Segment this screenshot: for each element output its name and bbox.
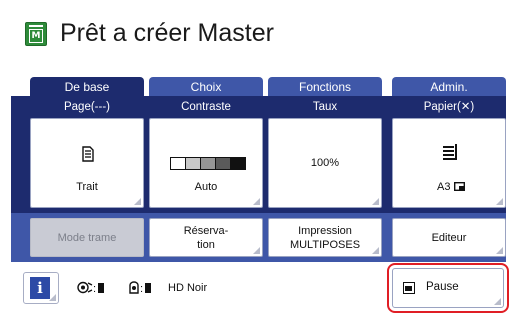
- papier-button[interactable]: A3: [392, 118, 506, 208]
- ink-drum-icon: [77, 281, 93, 294]
- contraste-button[interactable]: Auto: [149, 118, 263, 208]
- papier-size: A3: [437, 181, 451, 193]
- taux-value: 100%: [310, 157, 340, 169]
- page-title: Prêt a créer Master: [60, 19, 274, 47]
- page-button[interactable]: Trait: [30, 118, 144, 208]
- pause-label: Pause: [426, 281, 459, 293]
- editeur-label: Editeur: [431, 231, 467, 244]
- master-level-icon: [145, 283, 152, 293]
- master-status: :: [128, 281, 152, 296]
- header-papier: Papier(✕): [423, 101, 475, 113]
- title-bar: M Prêt a créer Master: [0, 0, 515, 72]
- reservation-button[interactable]: Réserva- tion: [149, 218, 263, 257]
- editeur-button[interactable]: Editeur: [392, 218, 506, 257]
- drum-label: HD Noir: [168, 282, 208, 294]
- impression-multiposes-button[interactable]: Impression MULTIPOSES: [268, 218, 382, 257]
- info-icon: i: [30, 277, 50, 299]
- ink-status: :: [77, 281, 105, 296]
- contraste-value: Auto: [194, 181, 218, 193]
- tab-admin[interactable]: Admin.: [392, 77, 506, 97]
- tab-choix[interactable]: Choix: [149, 77, 263, 97]
- header-taux: Taux: [312, 101, 338, 113]
- pause-icon: [403, 282, 415, 294]
- master-roll-icon: [129, 281, 139, 294]
- page-value: Trait: [76, 181, 98, 193]
- papier-value: A3: [437, 181, 465, 193]
- paper-stack-icon: [443, 144, 457, 160]
- ink-level-icon: [98, 283, 105, 293]
- tab-de-base[interactable]: De base: [30, 77, 144, 97]
- impression-label: Impression MULTIPOSES: [289, 224, 361, 251]
- screen: M Prêt a créer Master De base Choix Fonc…: [0, 0, 515, 315]
- header-page: Page(---): [63, 101, 110, 113]
- document-lines-icon: [82, 146, 94, 162]
- reservation-label: Réserva- tion: [183, 224, 229, 251]
- mode-trame-button[interactable]: Mode trame: [30, 218, 144, 257]
- contrast-scale-icon: [170, 157, 246, 170]
- landscape-paper-icon: [453, 181, 465, 191]
- header-contraste: Contraste: [181, 101, 231, 113]
- taux-button[interactable]: 100%: [268, 118, 382, 208]
- master-icon: M: [25, 22, 47, 46]
- pause-button[interactable]: Pause: [392, 268, 504, 308]
- info-button[interactable]: i: [23, 272, 59, 304]
- tab-fonctions[interactable]: Fonctions: [268, 77, 382, 97]
